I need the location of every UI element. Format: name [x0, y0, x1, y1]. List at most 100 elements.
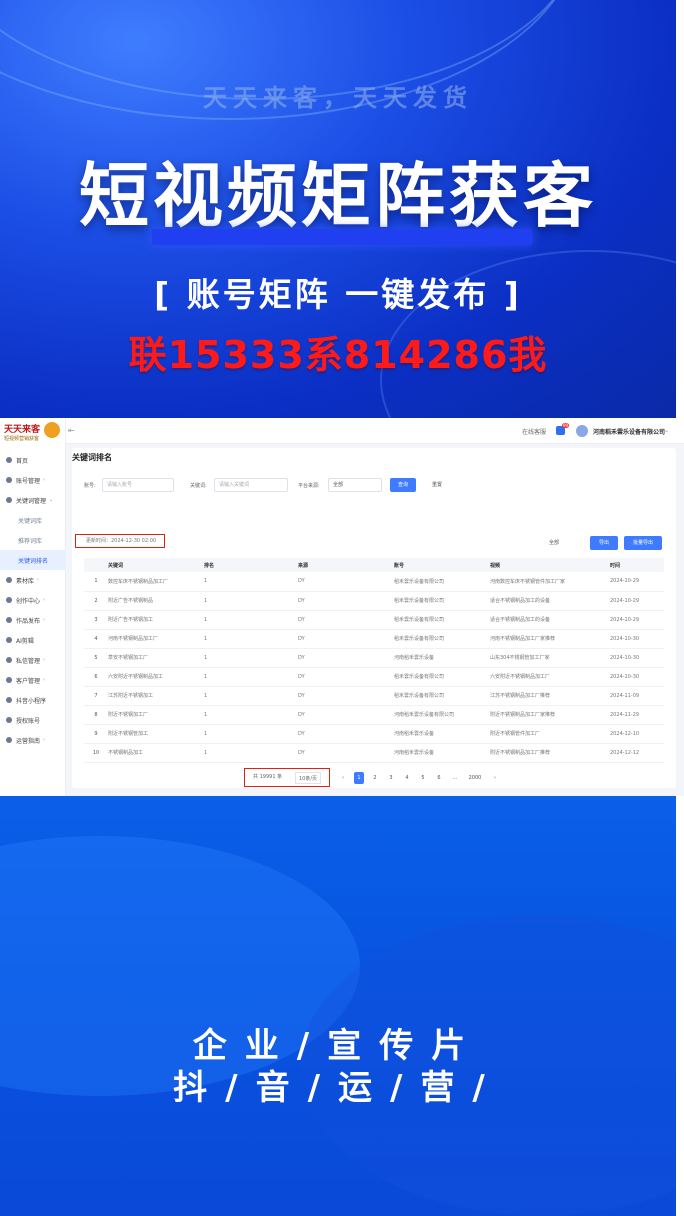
batch-export-button[interactable]: 批量导出	[624, 536, 662, 550]
table-cell: DY	[298, 705, 394, 725]
column-header[interactable]: 时间	[610, 558, 664, 572]
sidebar-item-label: AI剪辑	[16, 637, 34, 645]
column-header[interactable]: 账号	[394, 558, 490, 572]
table-cell: 稻禾雲乐设备有限公司	[394, 667, 490, 687]
table-row[interactable]: 8 附近不锈钢加工厂 1 DY 河南稻禾雲乐设备有限公司 附近不锈钢制品加工厂家推荐 202…	[84, 705, 664, 725]
table-row[interactable]: 3 附近广告不锈钢加工 1 DY 稻禾雲乐设备有限公司 适合不锈钢制品加工的设备 2024-…	[84, 610, 664, 630]
sidebar-item[interactable]: 关键词排名	[0, 550, 66, 570]
sidebar-item[interactable]: 关键词管理 ⌄	[0, 490, 66, 510]
table-row[interactable]: 10 不锈钢制品加工 1 DY 河南稻禾雲乐设备 附近不锈钢制品加工厂推荐 2024-12-…	[84, 743, 664, 763]
sidebar-item-label: 关键词库	[18, 517, 43, 525]
page-size-select[interactable]: 10条/页	[295, 772, 322, 784]
company-name[interactable]: 河南稻禾雲乐设备有限公司	[593, 427, 665, 436]
table-cell: 附近不锈钢管加工	[108, 724, 204, 744]
sidebar-item[interactable]: 作品发布 ›	[0, 610, 66, 630]
sidebar-item[interactable]: 客户管理 ›	[0, 670, 66, 690]
page-button[interactable]: 3	[386, 772, 396, 784]
table-cell: 草安不锈钢加工厂	[108, 648, 204, 668]
create-icon	[6, 597, 12, 603]
sidebar-item[interactable]: 私信管理 ›	[0, 650, 66, 670]
sidebar-item[interactable]: AI剪辑	[0, 630, 66, 650]
table-row[interactable]: 2 附近广告不锈钢制品 1 DY 稻禾雲乐设备有限公司 适合不锈钢制品加工的设备 2024-…	[84, 591, 664, 611]
table-cell: DY	[298, 743, 394, 763]
page-button[interactable]: 2	[370, 772, 380, 784]
table-header-row: 关键词 排名 来源 账号 视频 时间	[84, 558, 664, 572]
table-cell: 2024-11-29	[610, 705, 664, 725]
sidebar-item[interactable]: 创作中心 ›	[0, 590, 66, 610]
table-cell: 2	[84, 591, 108, 611]
sidebar-item[interactable]: 抖音小程序	[0, 690, 66, 710]
table-cell: 稻禾雲乐设备有限公司	[394, 591, 490, 611]
table-cell: DY	[298, 610, 394, 630]
column-header[interactable]: 排名	[204, 558, 298, 572]
scope-select[interactable]: 全部	[549, 536, 579, 550]
sidebar-item[interactable]: 首页	[0, 450, 66, 470]
page-button[interactable]: ›	[490, 772, 500, 784]
customer-icon	[6, 677, 12, 683]
table-cell: 1	[204, 686, 298, 706]
sidebar-item[interactable]: 素材库 ›	[0, 570, 66, 590]
table-row[interactable]: 7 江苏附近不锈钢加工 1 DY 稻禾雲乐设备有限公司 江苏不锈钢制品加工厂推荐 2024-…	[84, 686, 664, 706]
table-cell: 2024-10-29	[610, 572, 664, 592]
page-title: 关键词排名	[72, 453, 112, 462]
table-cell: DY	[298, 648, 394, 668]
sidebar-item-label: 关键词管理	[16, 497, 47, 505]
table-cell: 稻禾雲乐设备有限公司	[394, 686, 490, 706]
sidebar-item[interactable]: 推荐词库	[0, 530, 66, 550]
chevron-down-icon[interactable]: ⌄	[664, 427, 669, 434]
page-button[interactable]: 1	[354, 772, 364, 784]
sidebar-item[interactable]: 运营指南 ›	[0, 730, 66, 750]
table-cell: 稻禾雲乐设备有限公司	[394, 572, 490, 592]
table-cell: 2024-10-30	[610, 667, 664, 687]
table-cell: 1	[204, 591, 298, 611]
page-button[interactable]: …	[450, 772, 460, 784]
avatar[interactable]	[576, 425, 588, 437]
table-row[interactable]: 5 草安不锈钢加工厂 1 DY 河南稻禾雲乐设备 山东304不锈钢管加工厂家 2024-10…	[84, 648, 664, 668]
table-cell: DY	[298, 667, 394, 687]
column-header[interactable]	[84, 558, 108, 572]
table-cell: 山东304不锈钢管加工厂家	[490, 648, 610, 668]
chevron-icon: ›	[43, 657, 46, 663]
sidebar-item[interactable]: 关键词库	[0, 510, 66, 530]
column-header[interactable]: 关键词	[108, 558, 204, 572]
source-select[interactable]: 全部	[328, 478, 382, 492]
chevron-icon: ›	[43, 597, 46, 603]
customer-service-link[interactable]: 在线客服	[522, 427, 546, 436]
page-button[interactable]: ‹	[338, 772, 348, 784]
bottom-banner: 企业/宣传片 抖/音/运/营/	[0, 796, 676, 1216]
page-button[interactable]: 4	[402, 772, 412, 784]
table-row[interactable]: 6 六安附近不锈钢制品加工 1 DY 稻禾雲乐设备有限公司 六安附近不锈钢制品加工厂 202…	[84, 667, 664, 687]
page-button[interactable]: 6	[434, 772, 444, 784]
slogan-text: 天天来客，天天发货	[203, 84, 473, 112]
table-cell: 7	[84, 686, 108, 706]
table-cell: DY	[298, 629, 394, 649]
sidebar-item-label: 私信管理	[16, 657, 41, 665]
table-cell: 8	[84, 705, 108, 725]
sidebar-item-label: 推荐词库	[18, 537, 43, 545]
sidebar-item-label: 首页	[16, 457, 29, 465]
table-cell: 河南稻禾雲乐设备	[394, 743, 490, 763]
collapse-menu-icon[interactable]: ⇤	[68, 426, 75, 435]
table-row[interactable]: 9 附近不锈钢管加工 1 DY 河南稻禾雲乐设备 附近不锈钢管件加工厂 2024-12-10	[84, 724, 664, 744]
keyword-input[interactable]: 请输入关键词	[214, 478, 288, 492]
table-row[interactable]: 4 河南不锈钢制品加工厂 1 DY 稻禾雲乐设备有限公司 河南不锈钢制品加工厂家推荐 202…	[84, 629, 664, 649]
sidebar-item[interactable]: 授权账号	[0, 710, 66, 730]
table-cell: 江苏不锈钢制品加工厂推荐	[490, 686, 610, 706]
sidebar-item[interactable]: 账号管理 ›	[0, 470, 66, 490]
table-cell: 六安附近不锈钢制品加工	[108, 667, 204, 687]
reset-button[interactable]: 重置	[432, 478, 442, 492]
column-header[interactable]: 视频	[490, 558, 610, 572]
search-button[interactable]: 查询	[390, 478, 416, 492]
table-cell: 2024-10-30	[610, 648, 664, 668]
account-input[interactable]: 请输入账号	[102, 478, 174, 492]
table-row[interactable]: 1 数控车床不锈钢制品加工厂 1 DY 稻禾雲乐设备有限公司 河南数控车床不锈钢管件加工厂…	[84, 572, 664, 592]
column-header[interactable]: 来源	[298, 558, 394, 572]
keyword-ranking-table: 关键词 排名 来源 账号 视频 时间 1 数控车床不锈钢制品加工厂 1 DY 稻禾雲乐设备有限公司…	[84, 558, 664, 763]
table-cell: 稻禾雲乐设备有限公司	[394, 629, 490, 649]
headline: 短视频矩阵获客	[79, 155, 597, 237]
sidebar-item-label: 创作中心	[16, 597, 41, 605]
page-button[interactable]: 5	[418, 772, 428, 784]
export-button[interactable]: 导出	[590, 536, 618, 550]
chevron-icon: ⌄	[49, 497, 54, 503]
page-button[interactable]: 2000	[466, 772, 484, 784]
